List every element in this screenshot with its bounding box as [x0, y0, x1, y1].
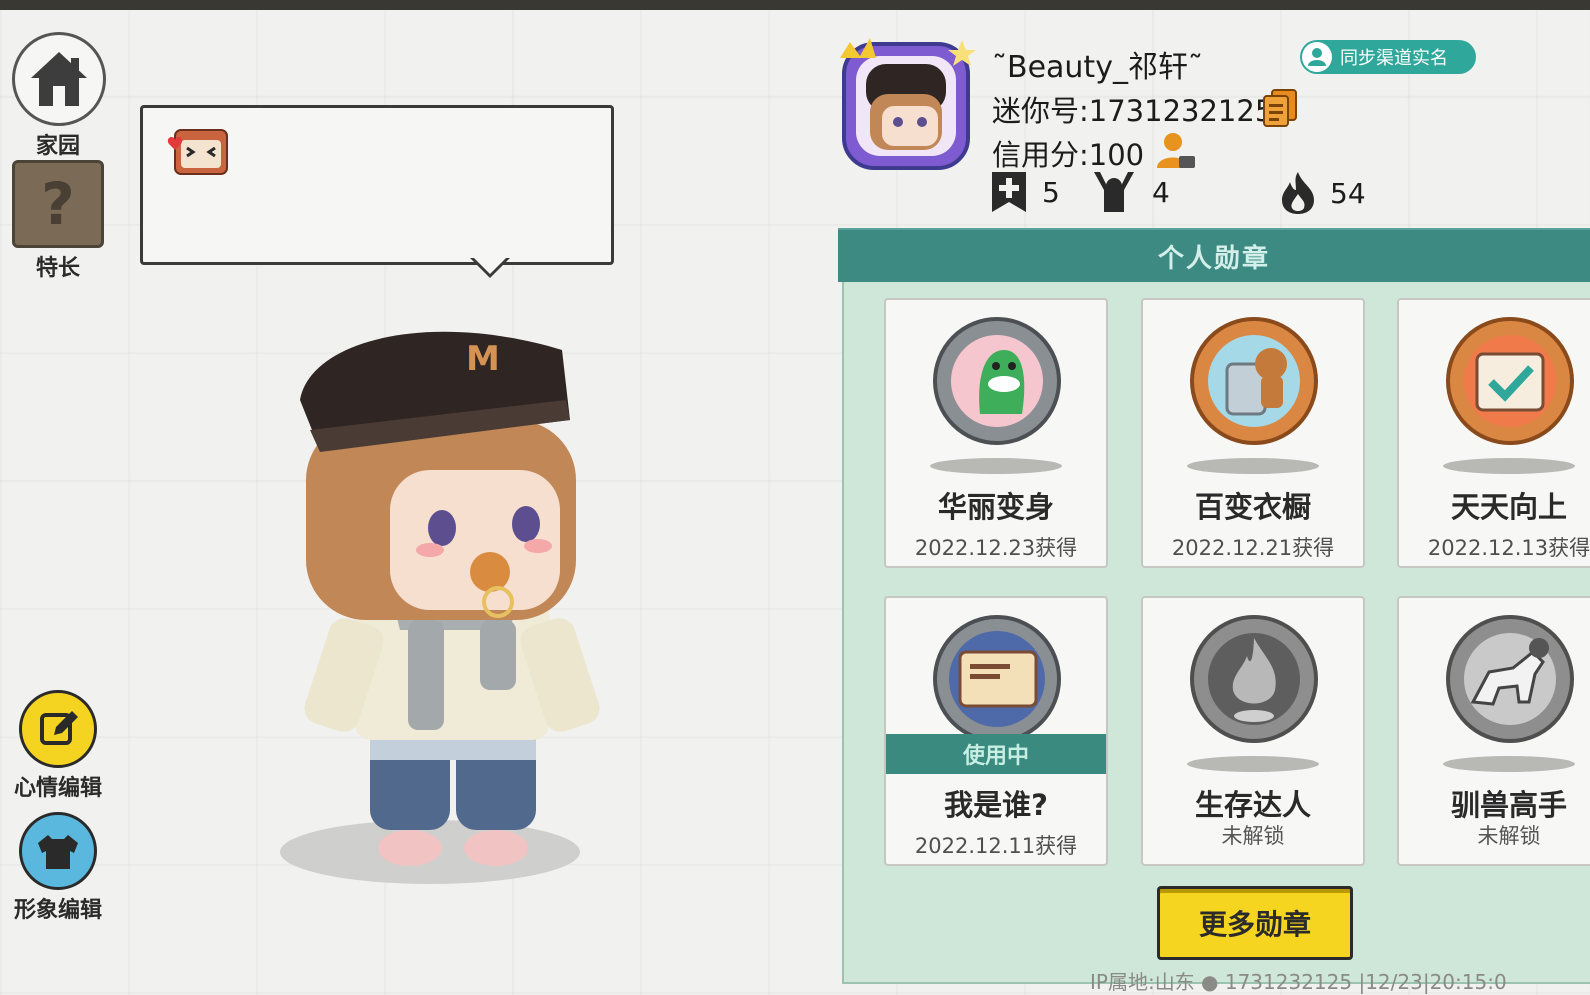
profile-avatar-frame[interactable]	[836, 34, 976, 174]
mood-speech-bubble[interactable]	[140, 105, 614, 265]
medal-shadow	[1443, 458, 1575, 474]
medal-card[interactable]: 使用中 我是谁? 2022.12.11获得	[884, 596, 1108, 866]
stat-bookmarks-value: 5	[1042, 175, 1060, 209]
medal-card[interactable]: 百变衣橱 2022.12.21获得	[1141, 298, 1365, 568]
dino-costume-medal-icon	[933, 317, 1061, 445]
top-bar	[0, 0, 1590, 10]
medal-title: 天天向上	[1450, 490, 1567, 524]
medal-date: 2022.12.11获得	[914, 834, 1078, 858]
home-button[interactable]: 家园	[12, 32, 106, 160]
copy-icon[interactable]	[1262, 88, 1298, 128]
mood-edit-button[interactable]: 心情编辑	[8, 690, 108, 802]
mood-emoji-icon	[165, 122, 233, 178]
player-character[interactable]: M	[270, 300, 610, 900]
medal-shadow	[1443, 756, 1575, 772]
credit-score: 信用分:100	[992, 138, 1145, 172]
talent-label: 特长	[35, 256, 80, 281]
medal-card[interactable]: 驯兽高手 未解锁	[1397, 596, 1590, 866]
avatar-edit-label: 形象编辑	[13, 898, 102, 923]
medal-shadow	[930, 458, 1062, 474]
medal-title: 生存达人	[1194, 788, 1311, 822]
fire-icon	[1282, 172, 1314, 214]
home-icon	[12, 32, 106, 126]
medal-title: 华丽变身	[937, 490, 1054, 524]
question-mark-icon: ?	[12, 160, 104, 248]
medal-date: 2022.12.21获得	[1171, 536, 1335, 560]
mood-edit-label: 心情编辑	[13, 776, 102, 801]
mini-id: 迷你号:1731232125	[992, 94, 1274, 128]
medal-shadow	[1187, 458, 1319, 474]
svg-text:M: M	[466, 339, 500, 379]
medal-card[interactable]: 天天向上 2022.12.13获得	[1397, 298, 1590, 568]
medal-locked-status: 未解锁	[1477, 824, 1541, 848]
medal-date: 2022.12.23获得	[914, 536, 1078, 560]
medal-shadow	[1187, 756, 1319, 772]
calendar-medal-icon	[1446, 317, 1574, 445]
medal-title: 百变衣橱	[1194, 490, 1311, 524]
home-label: 家园	[35, 134, 80, 159]
medal-panel-header: 个人勋章	[838, 228, 1590, 282]
sync-real-name-button[interactable]: 同步渠道实名	[1300, 40, 1476, 74]
credit-user-icon[interactable]	[1155, 130, 1197, 172]
medal-card[interactable]: 华丽变身 2022.12.23获得	[884, 298, 1108, 568]
clothing-icon	[19, 812, 97, 890]
in-use-badge: 使用中	[886, 734, 1106, 774]
horse-medal-icon	[1446, 615, 1574, 743]
edit-pencil-icon	[19, 690, 97, 768]
stat-fans-value: 4	[1152, 175, 1170, 209]
stat-popularity-value: 54	[1330, 176, 1366, 210]
stat-bookmarks[interactable]: 5	[990, 170, 1060, 214]
avatar-edit-button[interactable]: 形象编辑	[8, 812, 108, 924]
medal-locked-status: 未解锁	[1221, 824, 1285, 848]
stat-fans[interactable]: 4	[1090, 170, 1170, 214]
campfire-medal-icon	[1190, 615, 1318, 743]
fans-icon	[1094, 172, 1134, 212]
medal-date: 2022.12.13获得	[1427, 536, 1590, 560]
more-medals-button[interactable]: 更多勋章	[1157, 886, 1353, 960]
player-name: ˜Beauty_祁轩˜	[992, 50, 1203, 85]
bubble-tail-inner	[473, 257, 507, 274]
sync-badge-label: 同步渠道实名	[1340, 48, 1448, 69]
talent-button[interactable]: ? 特长	[12, 160, 104, 282]
add-bookmark-icon	[992, 172, 1026, 212]
footer-info: IP属地:山东 ● 1731232125 |12/23|20:15:0	[1090, 970, 1507, 994]
medal-title: 我是谁?	[944, 788, 1048, 822]
medal-title: 驯兽高手	[1450, 788, 1567, 822]
user-verify-icon	[1302, 42, 1332, 72]
id-card-medal-icon	[933, 615, 1061, 743]
medal-card[interactable]: 生存达人 未解锁	[1141, 596, 1365, 866]
bear-wardrobe-medal-icon	[1190, 317, 1318, 445]
stat-popularity[interactable]: 54	[1280, 170, 1366, 216]
